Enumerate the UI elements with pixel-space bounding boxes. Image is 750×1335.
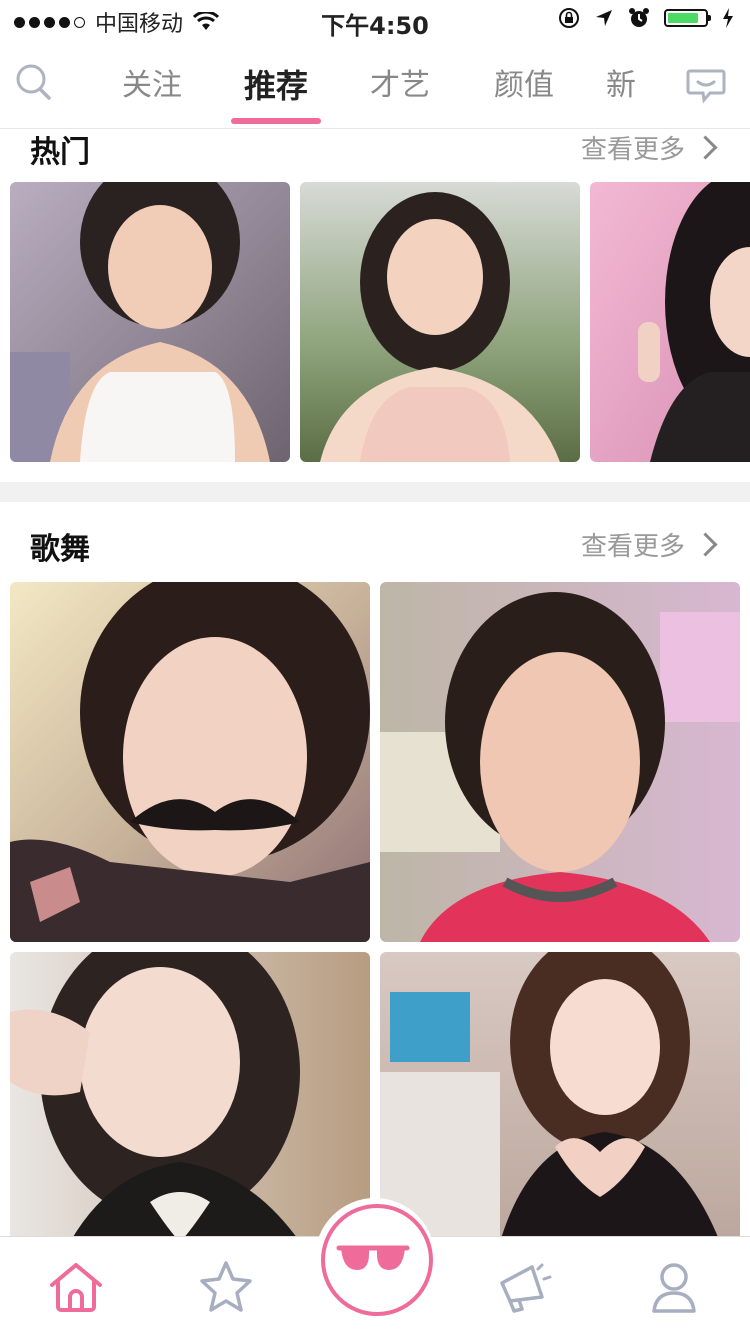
hot-photo-1[interactable]: [10, 182, 290, 462]
status-icons: [558, 7, 734, 29]
song-dance-section-title: 歌舞: [30, 532, 90, 567]
song-dance-more-link[interactable]: 查看更多: [580, 526, 718, 563]
profile-icon[interactable]: [644, 1257, 704, 1317]
channel-tabs: 关注 推荐 才艺 颜值 新: [90, 40, 656, 128]
chevron-right-icon: [693, 135, 718, 160]
center-button-ring: [321, 1204, 433, 1316]
top-navigation: 关注 推荐 才艺 颜值 新: [0, 40, 750, 129]
song-dance-photo-1[interactable]: [10, 582, 370, 942]
chat-bubble-icon[interactable]: [686, 68, 726, 104]
location-icon: [596, 10, 612, 26]
song-dance-photo-3[interactable]: [10, 952, 370, 1242]
hot-section-title: 热门: [30, 135, 90, 170]
home-icon[interactable]: [46, 1257, 106, 1317]
more-label: 查看更多: [580, 532, 685, 562]
hot-photo-3[interactable]: [590, 182, 750, 462]
tab-recommend[interactable]: 推荐: [214, 40, 338, 128]
tab-looks[interactable]: 颜值: [462, 40, 586, 128]
alarm-icon: [629, 8, 649, 27]
center-live-button[interactable]: [315, 1198, 435, 1318]
rotation-lock-icon: [559, 8, 579, 28]
hot-photo-2[interactable]: [300, 182, 580, 462]
hot-more-link[interactable]: 查看更多: [580, 129, 718, 166]
megaphone-icon[interactable]: [494, 1257, 554, 1317]
tab-talent[interactable]: 才艺: [338, 40, 462, 128]
song-dance-photo-4[interactable]: [380, 952, 740, 1242]
song-dance-section-header: 歌舞 查看更多: [0, 502, 750, 582]
more-label: 查看更多: [580, 135, 685, 165]
section-divider: [0, 482, 750, 502]
hot-section-header: 热门 查看更多: [0, 129, 750, 179]
search-icon[interactable]: [14, 62, 54, 102]
charging-icon: [723, 8, 733, 28]
sunglasses-icon: [336, 1245, 410, 1270]
active-tab-indicator: [231, 118, 321, 124]
battery-icon: [664, 9, 711, 27]
status-bar: 中国移动 下午4:50: [0, 0, 750, 40]
tab-new[interactable]: 新: [586, 40, 656, 128]
tab-follow[interactable]: 关注: [90, 40, 214, 128]
chevron-right-icon: [693, 532, 718, 557]
song-dance-photo-2[interactable]: [380, 582, 740, 942]
star-icon[interactable]: [196, 1257, 256, 1317]
